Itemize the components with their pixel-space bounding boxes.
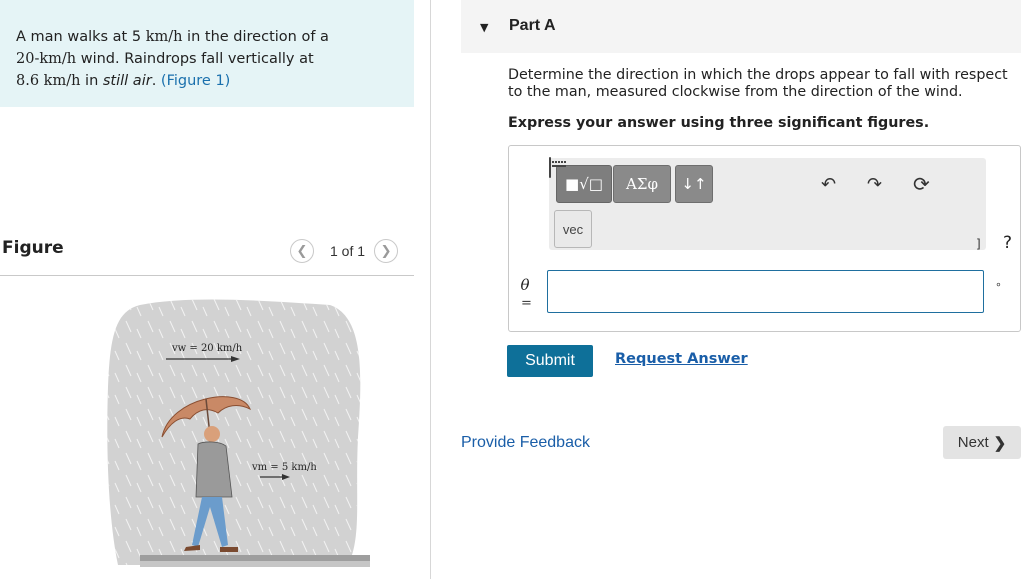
submit-button[interactable]: Submit [507,345,593,377]
man-velocity-label: vm = 5 km/h [251,462,317,473]
help-button[interactable]: ? [1003,233,1012,253]
chevron-left-icon[interactable]: ❮ [290,239,314,263]
part-title: Part A [509,17,556,34]
provide-feedback-link[interactable]: Provide Feedback [461,434,590,452]
pane-divider [430,0,431,579]
figure-link[interactable]: (Figure 1) [161,73,230,89]
answer-input[interactable] [547,270,984,313]
wind-label: vw = 20 km/h [171,343,243,354]
templates-button[interactable]: ■√□ [556,165,612,203]
arrows-button[interactable]: ↓↑ [675,165,713,203]
greek-symbols-button[interactable]: ΑΣφ [613,165,671,203]
next-label: Next [957,434,989,451]
keyboard-icon[interactable] [549,157,551,178]
undo-icon[interactable]: ↶ [821,174,836,195]
math-toolbar: ■√□ ΑΣφ ↓↑ vec ↶ ↷ ⟳ ] ? [549,157,1012,253]
rain-figure-image: vw = 20 km/h vm = 5 km/h [107,299,370,567]
reset-icon[interactable]: ⟳ [913,172,930,196]
equals-label: = [521,296,532,311]
figure-divider [0,275,414,276]
redo-icon[interactable]: ↷ [867,174,882,195]
instruction-text: Express your answer using three signific… [508,115,930,131]
theta-label: θ [520,276,530,294]
vector-button[interactable]: vec [554,210,592,248]
part-header[interactable]: ▼ Part A [461,0,1021,53]
next-button[interactable]: Next ❯ [943,426,1021,459]
collapse-triangle-icon[interactable]: ▼ [480,21,488,34]
man-head [204,426,220,442]
figure-pager: ❮ 1 of 1 ❯ [290,239,399,263]
figure-heading: Figure [2,238,64,258]
pager-text: 1 of 1 [330,243,366,259]
problem-text: A man walks at 5 km/h in the direction o… [16,29,329,89]
problem-statement: A man walks at 5 km/h in the direction o… [0,0,414,107]
request-answer-link[interactable]: Request Answer [615,351,748,367]
ground [140,555,370,561]
answer-box: ■√□ ΑΣφ ↓↑ vec ↶ ↷ ⟳ ] ? θ = ∘ [508,145,1021,332]
man-coat [195,441,233,498]
chevron-right-icon: ❯ [993,434,1007,452]
question-text: Determine the direction in which the dro… [508,67,1008,100]
degree-unit-label: ∘ [995,278,1002,291]
units-button[interactable]: ] [976,237,981,251]
chevron-right-icon[interactable]: ❯ [374,239,399,263]
